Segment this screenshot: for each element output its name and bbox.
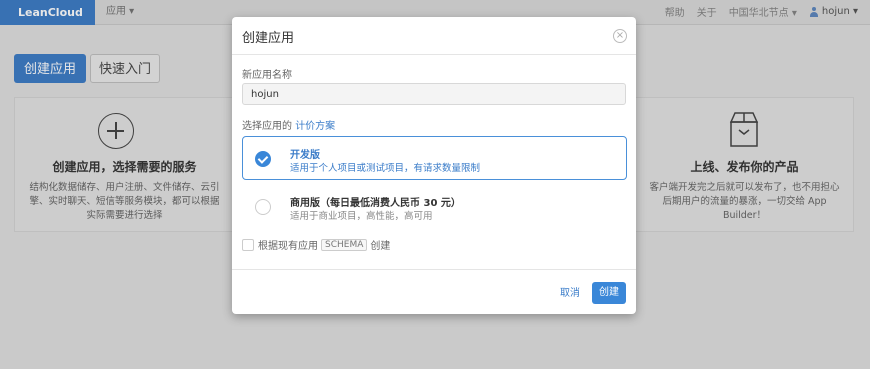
plan-name: 商用版（每日最低消费人民币 30 元） — [290, 198, 461, 209]
plan-name: 开发版 — [290, 150, 320, 161]
schema-option: 根据现有应用 SCHEMA 创建 — [242, 237, 390, 252]
plan-desc: 适用于个人项目或测试项目，有请求数量限制 — [290, 163, 481, 174]
plan-label-text: 选择应用的 — [242, 121, 292, 132]
cancel-button[interactable]: 取消 — [560, 284, 580, 299]
pricing-link[interactable]: 计价方案 — [295, 121, 335, 132]
plan-desc: 适用于商业项目，高性能，高可用 — [290, 211, 433, 222]
create-button[interactable]: 创建 — [592, 282, 626, 304]
radio-checked-icon[interactable] — [255, 151, 271, 167]
schema-checkbox[interactable] — [242, 238, 254, 251]
schema-prefix: 根据现有应用 — [258, 241, 318, 252]
close-icon[interactable]: × — [613, 29, 627, 43]
radio-unchecked-icon[interactable] — [255, 199, 271, 215]
plan-option-dev[interactable]: 开发版 适用于个人项目或测试项目，有请求数量限制 — [242, 136, 627, 180]
plan-label: 选择应用的 计价方案 — [242, 117, 335, 132]
plan-option-business[interactable]: 商用版（每日最低消费人民币 30 元） 适用于商业项目，高性能，高可用 — [242, 184, 627, 228]
schema-tag: SCHEMA — [321, 238, 368, 251]
dialog-title: 创建应用 — [242, 31, 295, 46]
dialog-footer: 取消 创建 — [232, 269, 636, 314]
schema-suffix: 创建 — [370, 241, 391, 252]
dialog-header: 创建应用 × — [232, 17, 636, 55]
app-name-input[interactable] — [242, 83, 626, 105]
app-name-label: 新应用名称 — [242, 70, 292, 81]
create-app-dialog: 创建应用 × 新应用名称 选择应用的 计价方案 开发版 适用于个人项目或测试项目… — [232, 17, 636, 314]
